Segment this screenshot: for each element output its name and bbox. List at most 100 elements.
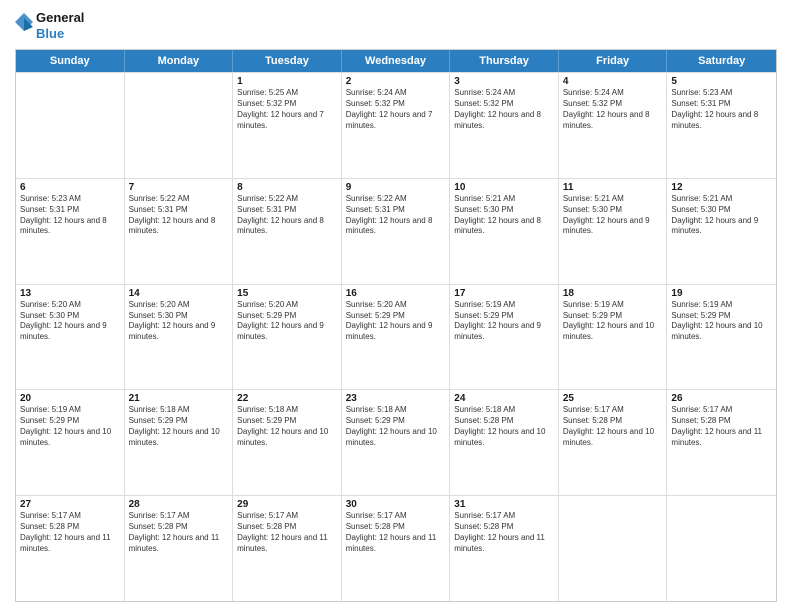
- day-sunset: Sunset: 5:31 PM: [129, 205, 229, 216]
- day-sunrise: Sunrise: 5:17 AM: [129, 511, 229, 522]
- calendar-day-20: 20 Sunrise: 5:19 AM Sunset: 5:29 PM Dayl…: [16, 390, 125, 495]
- day-sunrise: Sunrise: 5:23 AM: [671, 88, 772, 99]
- day-number: 2: [346, 76, 446, 87]
- day-sunset: Sunset: 5:28 PM: [237, 522, 337, 533]
- day-number: 24: [454, 393, 554, 404]
- day-sunset: Sunset: 5:32 PM: [237, 99, 337, 110]
- day-daylight: Daylight: 12 hours and 8 minutes.: [20, 216, 120, 238]
- day-daylight: Daylight: 12 hours and 9 minutes.: [129, 321, 229, 343]
- day-sunrise: Sunrise: 5:24 AM: [454, 88, 554, 99]
- calendar-day-19: 19 Sunrise: 5:19 AM Sunset: 5:29 PM Dayl…: [667, 285, 776, 390]
- header: General Blue: [15, 10, 777, 41]
- calendar: SundayMondayTuesdayWednesdayThursdayFrid…: [15, 49, 777, 602]
- day-number: 31: [454, 499, 554, 510]
- day-sunrise: Sunrise: 5:21 AM: [454, 194, 554, 205]
- header-day-saturday: Saturday: [667, 50, 776, 72]
- day-sunrise: Sunrise: 5:22 AM: [237, 194, 337, 205]
- calendar-day-13: 13 Sunrise: 5:20 AM Sunset: 5:30 PM Dayl…: [16, 285, 125, 390]
- logo: General Blue: [15, 10, 84, 41]
- day-sunrise: Sunrise: 5:22 AM: [129, 194, 229, 205]
- calendar-day-10: 10 Sunrise: 5:21 AM Sunset: 5:30 PM Dayl…: [450, 179, 559, 284]
- day-daylight: Daylight: 12 hours and 8 minutes.: [454, 216, 554, 238]
- day-number: 13: [20, 288, 120, 299]
- day-number: 22: [237, 393, 337, 404]
- day-sunrise: Sunrise: 5:18 AM: [346, 405, 446, 416]
- day-sunset: Sunset: 5:31 PM: [237, 205, 337, 216]
- day-sunset: Sunset: 5:30 PM: [671, 205, 772, 216]
- day-daylight: Daylight: 12 hours and 8 minutes.: [454, 110, 554, 132]
- day-number: 25: [563, 393, 663, 404]
- day-daylight: Daylight: 12 hours and 7 minutes.: [346, 110, 446, 132]
- day-sunrise: Sunrise: 5:24 AM: [563, 88, 663, 99]
- calendar-day-3: 3 Sunrise: 5:24 AM Sunset: 5:32 PM Dayli…: [450, 73, 559, 178]
- day-daylight: Daylight: 12 hours and 9 minutes.: [454, 321, 554, 343]
- day-daylight: Daylight: 12 hours and 11 minutes.: [671, 427, 772, 449]
- day-sunset: Sunset: 5:29 PM: [671, 311, 772, 322]
- header-day-thursday: Thursday: [450, 50, 559, 72]
- calendar-day-5: 5 Sunrise: 5:23 AM Sunset: 5:31 PM Dayli…: [667, 73, 776, 178]
- page: General Blue SundayMondayTuesdayWednesda…: [0, 0, 792, 612]
- day-sunrise: Sunrise: 5:17 AM: [671, 405, 772, 416]
- day-daylight: Daylight: 12 hours and 11 minutes.: [237, 533, 337, 555]
- day-daylight: Daylight: 12 hours and 8 minutes.: [563, 110, 663, 132]
- day-sunset: Sunset: 5:30 PM: [563, 205, 663, 216]
- day-number: 6: [20, 182, 120, 193]
- calendar-week-3: 13 Sunrise: 5:20 AM Sunset: 5:30 PM Dayl…: [16, 284, 776, 390]
- day-sunset: Sunset: 5:28 PM: [454, 522, 554, 533]
- day-number: 30: [346, 499, 446, 510]
- calendar-day-empty: [559, 496, 668, 601]
- calendar-day-31: 31 Sunrise: 5:17 AM Sunset: 5:28 PM Dayl…: [450, 496, 559, 601]
- day-number: 8: [237, 182, 337, 193]
- calendar-day-7: 7 Sunrise: 5:22 AM Sunset: 5:31 PM Dayli…: [125, 179, 234, 284]
- day-daylight: Daylight: 12 hours and 10 minutes.: [346, 427, 446, 449]
- calendar-day-28: 28 Sunrise: 5:17 AM Sunset: 5:28 PM Dayl…: [125, 496, 234, 601]
- day-sunset: Sunset: 5:28 PM: [454, 416, 554, 427]
- calendar-day-21: 21 Sunrise: 5:18 AM Sunset: 5:29 PM Dayl…: [125, 390, 234, 495]
- day-number: 17: [454, 288, 554, 299]
- day-sunrise: Sunrise: 5:22 AM: [346, 194, 446, 205]
- calendar-day-16: 16 Sunrise: 5:20 AM Sunset: 5:29 PM Dayl…: [342, 285, 451, 390]
- calendar-week-4: 20 Sunrise: 5:19 AM Sunset: 5:29 PM Dayl…: [16, 389, 776, 495]
- day-sunset: Sunset: 5:28 PM: [129, 522, 229, 533]
- calendar-day-empty: [16, 73, 125, 178]
- calendar-day-4: 4 Sunrise: 5:24 AM Sunset: 5:32 PM Dayli…: [559, 73, 668, 178]
- day-sunrise: Sunrise: 5:18 AM: [454, 405, 554, 416]
- day-daylight: Daylight: 12 hours and 9 minutes.: [237, 321, 337, 343]
- day-sunrise: Sunrise: 5:25 AM: [237, 88, 337, 99]
- calendar-body: 1 Sunrise: 5:25 AM Sunset: 5:32 PM Dayli…: [16, 72, 776, 601]
- logo-icon: [15, 13, 33, 39]
- calendar-day-1: 1 Sunrise: 5:25 AM Sunset: 5:32 PM Dayli…: [233, 73, 342, 178]
- calendar-day-2: 2 Sunrise: 5:24 AM Sunset: 5:32 PM Dayli…: [342, 73, 451, 178]
- day-number: 27: [20, 499, 120, 510]
- day-sunset: Sunset: 5:32 PM: [454, 99, 554, 110]
- calendar-day-17: 17 Sunrise: 5:19 AM Sunset: 5:29 PM Dayl…: [450, 285, 559, 390]
- day-sunrise: Sunrise: 5:19 AM: [20, 405, 120, 416]
- day-sunset: Sunset: 5:31 PM: [346, 205, 446, 216]
- day-sunset: Sunset: 5:30 PM: [129, 311, 229, 322]
- day-daylight: Daylight: 12 hours and 8 minutes.: [346, 216, 446, 238]
- day-sunrise: Sunrise: 5:20 AM: [237, 300, 337, 311]
- day-sunset: Sunset: 5:28 PM: [563, 416, 663, 427]
- day-number: 4: [563, 76, 663, 87]
- day-sunrise: Sunrise: 5:19 AM: [671, 300, 772, 311]
- day-number: 9: [346, 182, 446, 193]
- calendar-day-12: 12 Sunrise: 5:21 AM Sunset: 5:30 PM Dayl…: [667, 179, 776, 284]
- calendar-day-6: 6 Sunrise: 5:23 AM Sunset: 5:31 PM Dayli…: [16, 179, 125, 284]
- day-sunset: Sunset: 5:29 PM: [237, 311, 337, 322]
- day-daylight: Daylight: 12 hours and 10 minutes.: [671, 321, 772, 343]
- calendar-day-29: 29 Sunrise: 5:17 AM Sunset: 5:28 PM Dayl…: [233, 496, 342, 601]
- day-sunset: Sunset: 5:29 PM: [129, 416, 229, 427]
- day-sunset: Sunset: 5:30 PM: [454, 205, 554, 216]
- calendar-day-9: 9 Sunrise: 5:22 AM Sunset: 5:31 PM Dayli…: [342, 179, 451, 284]
- day-daylight: Daylight: 12 hours and 10 minutes.: [563, 321, 663, 343]
- day-sunrise: Sunrise: 5:18 AM: [129, 405, 229, 416]
- day-sunrise: Sunrise: 5:17 AM: [346, 511, 446, 522]
- calendar-week-5: 27 Sunrise: 5:17 AM Sunset: 5:28 PM Dayl…: [16, 495, 776, 601]
- calendar-day-27: 27 Sunrise: 5:17 AM Sunset: 5:28 PM Dayl…: [16, 496, 125, 601]
- calendar-day-30: 30 Sunrise: 5:17 AM Sunset: 5:28 PM Dayl…: [342, 496, 451, 601]
- day-daylight: Daylight: 12 hours and 8 minutes.: [671, 110, 772, 132]
- header-day-friday: Friday: [559, 50, 668, 72]
- day-number: 26: [671, 393, 772, 404]
- day-number: 11: [563, 182, 663, 193]
- day-daylight: Daylight: 12 hours and 9 minutes.: [20, 321, 120, 343]
